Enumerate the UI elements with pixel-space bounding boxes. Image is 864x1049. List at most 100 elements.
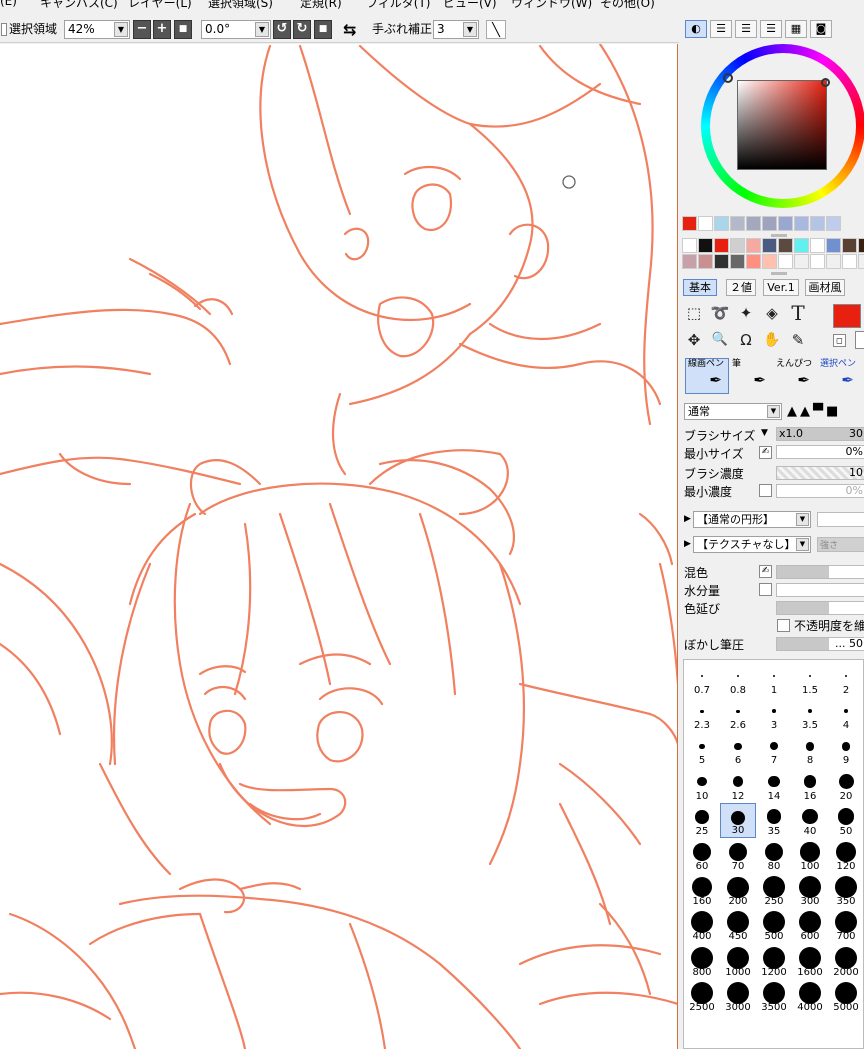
min-density-checkbox[interactable]: [759, 484, 772, 497]
palette-swatch[interactable]: [730, 254, 745, 269]
brush-size-preset[interactable]: 50: [828, 803, 864, 838]
palette-swatch[interactable]: [682, 254, 697, 269]
secondary-color-swatch[interactable]: [855, 331, 864, 349]
chevron-right-icon[interactable]: ▶: [684, 514, 691, 524]
brush-size-preset[interactable]: 120: [828, 838, 864, 873]
palette-swatch[interactable]: [810, 238, 825, 253]
brush-size-dropdown-icon[interactable]: ▼: [761, 428, 768, 438]
palette-swatch[interactable]: [714, 216, 729, 231]
brush-size-preset[interactable]: 400: [684, 908, 720, 943]
palette-swatch[interactable]: [810, 254, 825, 269]
rotation-select[interactable]: 0.0° ▼: [201, 20, 271, 39]
blend-mode-select[interactable]: 通常 ▼: [684, 403, 782, 420]
brush-size-preset[interactable]: 12: [720, 768, 756, 803]
brush-size-preset[interactable]: 5000: [828, 979, 864, 1014]
hand-icon[interactable]: ✋: [761, 329, 783, 351]
brush-size-preset[interactable]: 2500: [684, 979, 720, 1014]
palette-swatch[interactable]: [826, 216, 841, 231]
rotate-ccw-button[interactable]: ↺: [273, 20, 291, 39]
palette-swatch[interactable]: [858, 238, 864, 253]
flip-icon[interactable]: ⇆: [343, 20, 356, 39]
palette-list-tab-icon[interactable]: ☰: [760, 20, 782, 38]
brush-size-preset[interactable]: 14: [756, 768, 792, 803]
hsv-slider-tab-icon[interactable]: ☰: [735, 20, 757, 38]
palette-swatch[interactable]: [762, 216, 777, 231]
menu-canvas[interactable]: キャンバス(C): [40, 0, 118, 11]
zoom-icon[interactable]: 🔍: [709, 329, 731, 351]
chevron-right-icon[interactable]: ▶: [684, 539, 691, 549]
brush-size-preset[interactable]: 4000: [792, 979, 828, 1014]
min-size-slider[interactable]: 0%: [776, 445, 864, 459]
texture-strength-slider[interactable]: 強さ: [817, 537, 864, 552]
tab-basic[interactable]: 基本: [683, 279, 717, 296]
brush-size-preset[interactable]: 25: [684, 803, 720, 838]
menu-edit[interactable]: (E): [0, 0, 17, 8]
palette-swatch[interactable]: [794, 216, 809, 231]
brush-size-preset[interactable]: 7: [756, 732, 792, 767]
brush-size-preset[interactable]: 30: [720, 802, 756, 838]
min-density-slider[interactable]: 0%: [776, 484, 864, 498]
tab-ver1[interactable]: Ver.1: [763, 279, 799, 296]
saturation-value-square[interactable]: [737, 80, 827, 170]
move-icon[interactable]: ✥: [683, 329, 705, 351]
brush-size-preset[interactable]: 1: [756, 662, 792, 697]
brush-size-preset[interactable]: 0.7: [684, 662, 720, 697]
palette-swatch[interactable]: [794, 238, 809, 253]
keep-opacity-checkbox[interactable]: [777, 619, 790, 632]
palette-swatch[interactable]: [714, 254, 729, 269]
primary-color-swatch[interactable]: [833, 304, 861, 328]
menu-window[interactable]: ウィンドウ(W): [511, 0, 592, 11]
palette-swatch[interactable]: [826, 254, 841, 269]
selection-checkbox[interactable]: [1, 23, 7, 36]
brush-size-preset[interactable]: 2000: [828, 944, 864, 979]
pen-line-icon[interactable]: ╲: [486, 20, 506, 39]
hue-marker[interactable]: [723, 73, 733, 83]
menu-ruler[interactable]: 定規(R): [300, 0, 342, 11]
palette-swatch[interactable]: [778, 254, 793, 269]
mix-pressure-icon[interactable]: ✍: [759, 565, 772, 578]
texture-select[interactable]: 【テクスチャなし】 ▼: [693, 536, 811, 553]
palette-swatch[interactable]: [762, 238, 777, 253]
brush-size-preset[interactable]: 35: [756, 803, 792, 838]
palette-swatch[interactable]: [714, 238, 729, 253]
pressure-icon[interactable]: ✍: [759, 446, 772, 459]
tab-media[interactable]: 画材風: [805, 279, 845, 296]
palette-swatch[interactable]: [858, 254, 864, 269]
rotate-icon[interactable]: Ω: [735, 329, 757, 351]
brush-size-preset[interactable]: 200: [720, 873, 756, 908]
palette-swatch[interactable]: [842, 254, 857, 269]
brush-size-preset[interactable]: 2: [828, 662, 864, 697]
brush-size-preset[interactable]: 3000: [720, 979, 756, 1014]
brush-size-preset[interactable]: 80: [756, 838, 792, 873]
menu-selection[interactable]: 選択領域(S): [208, 0, 273, 11]
brush-size-slider[interactable]: x1.0 30: [776, 427, 864, 441]
stabilizer-select[interactable]: 3 ▼: [433, 20, 479, 39]
brush-size-preset[interactable]: 1600: [792, 944, 828, 979]
brush-size-preset[interactable]: 300: [792, 873, 828, 908]
brush-size-preset[interactable]: 3: [756, 697, 792, 732]
palette-swatch[interactable]: [682, 238, 697, 253]
color-wheel-tab-icon[interactable]: ◐: [685, 20, 707, 38]
palette-swatch[interactable]: [746, 238, 761, 253]
brush-size-preset[interactable]: 1200: [756, 944, 792, 979]
rgb-slider-tab-icon[interactable]: ☰: [710, 20, 732, 38]
zoom-in-button[interactable]: +: [153, 20, 171, 39]
brush-size-preset[interactable]: 0.8: [720, 662, 756, 697]
palette-swatch[interactable]: [826, 238, 841, 253]
brush-size-preset[interactable]: 20: [828, 768, 864, 803]
palette-swatch[interactable]: [762, 254, 777, 269]
brush-size-preset[interactable]: 250: [756, 873, 792, 908]
brush-size-preset[interactable]: 3.5: [792, 697, 828, 732]
brush-size-preset[interactable]: 2.3: [684, 697, 720, 732]
mix-slider[interactable]: [776, 565, 864, 579]
brush-size-preset[interactable]: 1000: [720, 944, 756, 979]
brush-size-preset[interactable]: 600: [792, 908, 828, 943]
brush-size-preset[interactable]: 3500: [756, 979, 792, 1014]
palette-swatch[interactable]: [730, 216, 745, 231]
lasso-icon[interactable]: ➰: [709, 302, 731, 324]
brush-size-preset[interactable]: 450: [720, 908, 756, 943]
brush-size-preset[interactable]: 2.6: [720, 697, 756, 732]
rotate-reset-button[interactable]: ■: [314, 20, 332, 39]
menu-layer[interactable]: レイヤー(L): [128, 0, 192, 11]
zoom-reset-button[interactable]: ■: [174, 20, 192, 39]
